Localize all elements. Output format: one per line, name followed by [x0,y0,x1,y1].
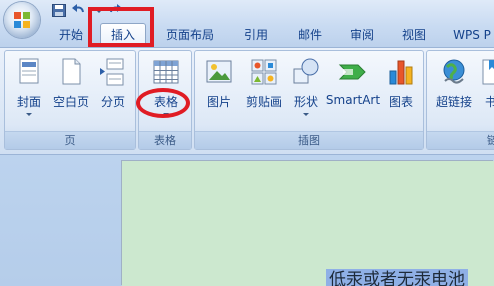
clip-art-icon [251,59,277,85]
hyperlink-globe-icon [443,59,465,84]
page-break-icon [100,58,124,86]
document-page[interactable]: 低汞或者无汞电池 [122,161,494,286]
shapes-dropdown-arrow-icon [303,113,309,116]
page-break-label: 分页 [100,95,125,109]
table-grid-icon [153,60,179,84]
bookmark-label: 书 [485,95,494,109]
save-icon[interactable] [52,4,66,17]
chart-icon [389,60,413,85]
undo-icon[interactable] [72,4,86,17]
word-window: 开始 插入 页面布局 引用 邮件 审阅 视图 WPS P 封面 空白页 分页 页… [0,0,494,286]
chart-label: 图表 [388,95,413,109]
blank-page-icon [62,58,81,85]
title-tab-bar: 开始 插入 页面布局 引用 邮件 审阅 视图 WPS P [0,0,494,47]
page-break-button[interactable]: 分页 [93,57,133,117]
office-button[interactable] [4,2,40,38]
table-button[interactable]: 表格 [141,57,191,127]
clip-art-button[interactable]: 剪贴画 [239,57,289,117]
smartart-button[interactable]: SmartArt [325,57,381,117]
picture-icon [206,60,232,83]
smartart-icon [338,64,366,80]
hyperlink-label: 超链接 [435,95,472,109]
ribbon: 封面 空白页 分页 页 表格 表格 图片 剪贴画 形状 SmartArt 图表 … [0,47,494,155]
cover-page-label: 封面 [16,95,41,109]
smartart-label: SmartArt [325,93,381,107]
chart-button[interactable]: 图表 [383,57,419,117]
shapes-button[interactable]: 形状 [289,57,323,127]
shapes-icon [293,58,319,84]
pages-group-label: 页 [5,131,135,149]
redo-icon[interactable] [108,4,122,17]
table-dropdown-arrow-icon [163,113,169,116]
tab-page-layout[interactable]: 页面布局 [160,24,220,47]
tables-group-label: 表格 [139,131,191,149]
tab-view[interactable]: 视图 [394,24,434,47]
cover-page-button[interactable]: 封面 [9,57,49,127]
office-logo-icon [14,12,30,28]
shapes-label: 形状 [293,95,318,109]
cover-dropdown-arrow-icon [26,113,32,116]
selected-document-text[interactable]: 低汞或者无汞电池 [326,269,468,286]
tab-wps[interactable]: WPS P [450,24,494,47]
links-group-label: 链 [427,131,494,149]
bookmark-icon [482,59,494,85]
blank-page-label: 空白页 [52,95,89,109]
clip-art-label: 剪贴画 [245,95,282,109]
illustrations-group: 图片 剪贴画 形状 SmartArt 图表 插图 [194,50,424,150]
tables-group: 表格 表格 [138,50,192,150]
links-group: 超链接 书 链 [426,50,494,150]
tab-home[interactable]: 开始 [50,24,92,47]
picture-label: 图片 [206,95,231,109]
picture-button[interactable]: 图片 [199,57,239,117]
tab-mailings[interactable]: 邮件 [290,24,330,47]
bookmark-button[interactable]: 书 [479,57,494,117]
tab-review[interactable]: 审阅 [342,24,382,47]
cover-page-icon [19,58,39,84]
illustrations-group-label: 插图 [195,131,423,149]
table-label: 表格 [153,95,178,109]
document-area: 低汞或者无汞电池 [0,155,494,286]
hyperlink-button[interactable]: 超链接 [429,57,479,127]
blank-page-button[interactable]: 空白页 [49,57,93,117]
tab-references[interactable]: 引用 [236,24,276,47]
qat-dropdown-icon[interactable] [92,4,106,17]
pages-group: 封面 空白页 分页 页 [4,50,136,150]
tab-insert[interactable]: 插入 [100,23,146,47]
